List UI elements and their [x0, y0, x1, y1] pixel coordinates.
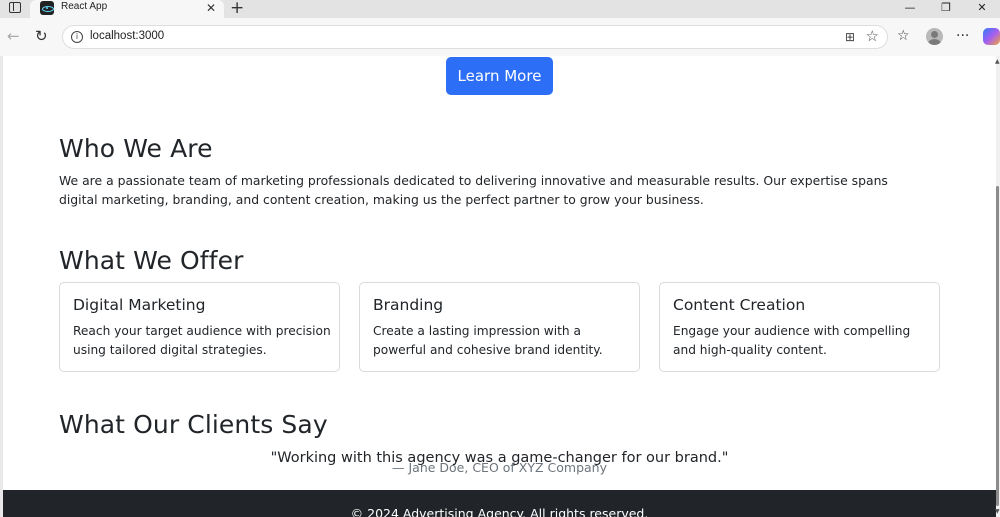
testimonial-quote: "Working with this agency was a game-cha… [270, 450, 729, 466]
back-button[interactable]: ← [7, 27, 20, 45]
service-card-branding: Branding Create a lasting impression wit… [359, 282, 640, 372]
page-viewport: Learn More Who We Are We are a passionat… [3, 56, 996, 517]
favorites-icon[interactable]: ☆ [897, 28, 910, 44]
reload-button[interactable]: ↻ [35, 27, 48, 45]
window-controls: — ❐ ✕ [892, 0, 1000, 18]
page-footer: © 2024 Advertising Agency. All rights re… [3, 490, 996, 517]
more-icon[interactable]: ··· [956, 28, 969, 44]
service-card-content-creation: Content Creation Engage your audience wi… [659, 282, 940, 372]
tab-actions-icon[interactable] [9, 2, 21, 13]
browser-toolbar: ← ↻ i localhost:3000 ⊞ ☆ ☆ ··· [0, 18, 1000, 56]
learn-more-button[interactable]: Learn More [446, 57, 553, 95]
card-title: Digital Marketing [73, 296, 206, 314]
scroll-down-icon[interactable]: ▼ [995, 508, 1000, 515]
who-we-are-text: We are a passionate team of marketing pr… [59, 173, 888, 207]
profile-icon[interactable] [926, 28, 943, 45]
clients-heading: What Our Clients Say [59, 410, 328, 439]
info-icon[interactable]: i [71, 31, 83, 43]
who-we-are-heading: Who We Are [59, 134, 213, 163]
what-we-offer-heading: What We Offer [59, 246, 244, 275]
card-text: Reach your target audience with precisio… [73, 324, 331, 357]
card-title: Content Creation [673, 296, 806, 314]
react-favicon-icon [40, 1, 54, 15]
card-text: Create a lasting impression with a power… [373, 324, 603, 357]
new-tab-button[interactable]: + [230, 0, 244, 18]
page-scrollbar[interactable]: ▲ ▼ [995, 56, 1000, 517]
scroll-up-icon[interactable]: ▲ [995, 58, 1000, 65]
tab-close-icon[interactable]: ✕ [206, 0, 216, 16]
browser-tab-bar: React App ✕ + — ❐ ✕ [0, 0, 1000, 18]
restore-button[interactable]: ❐ [928, 0, 964, 18]
scrollbar-thumb[interactable] [996, 186, 999, 506]
card-title: Branding [373, 296, 444, 314]
card-text: Engage your audience with compelling and… [673, 324, 911, 357]
url-text[interactable]: localhost:3000 [90, 30, 164, 42]
address-bar[interactable]: i localhost:3000 ⊞ ☆ [62, 25, 888, 49]
minimize-button[interactable]: — [892, 0, 928, 18]
tab-title: React App [61, 1, 108, 12]
star-icon[interactable]: ☆ [866, 28, 879, 44]
close-window-button[interactable]: ✕ [964, 0, 1000, 18]
service-card-digital-marketing: Digital Marketing Reach your target audi… [59, 282, 340, 372]
reader-mode-icon[interactable]: ⊞ [845, 30, 855, 44]
browser-tab[interactable]: React App ✕ [30, 0, 224, 18]
copyright-text: © 2024 Advertising Agency. All rights re… [350, 506, 649, 517]
copilot-icon[interactable] [983, 28, 1000, 45]
